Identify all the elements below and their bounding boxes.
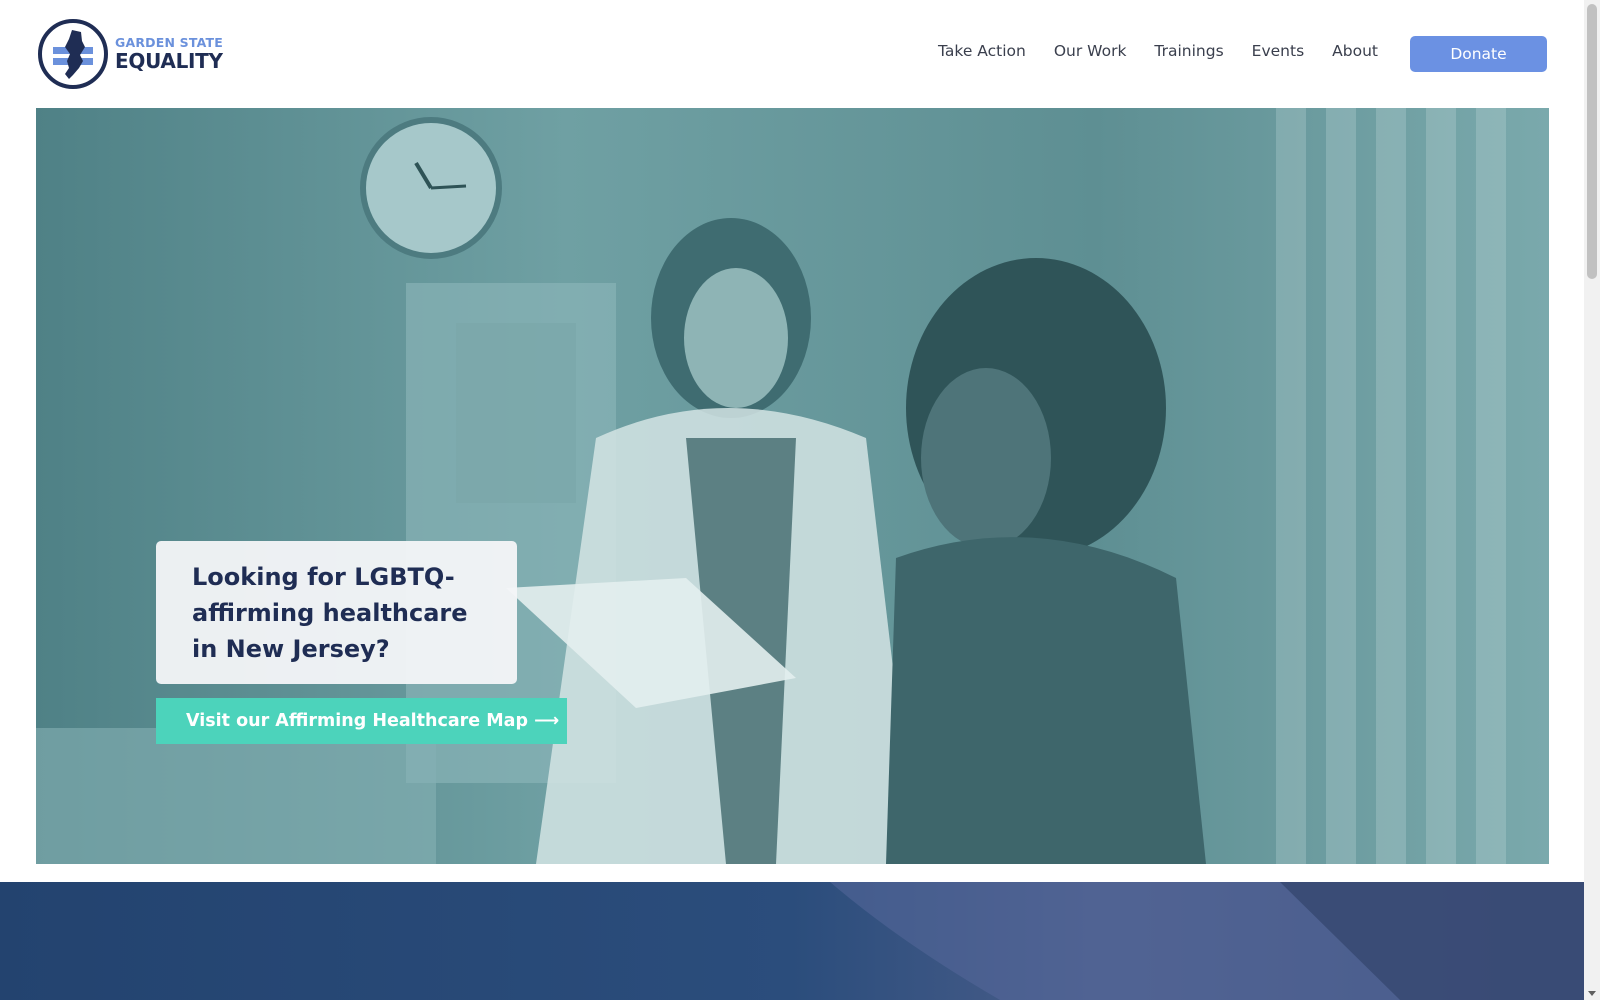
nj-state-equality-logo-icon xyxy=(38,19,108,89)
nav-take-action[interactable]: Take Action xyxy=(938,42,1026,60)
doctor-patient-photo xyxy=(36,108,1549,864)
hero-banner: Looking for LGBTQ-affirming healthcare i… xyxy=(36,108,1549,864)
logo-line-2: EQUALITY xyxy=(115,49,223,74)
hero-heading: Looking for LGBTQ-affirming healthcare i… xyxy=(192,563,468,663)
beach-aerial-photo xyxy=(0,882,1584,1000)
scroll-down-arrow-icon[interactable] xyxy=(1588,991,1596,996)
donate-button[interactable]: Donate xyxy=(1410,36,1547,72)
page-scrollbar[interactable] xyxy=(1584,0,1600,1000)
logo-wordmark: GARDEN STATE EQUALITY xyxy=(115,34,224,74)
nav-our-work[interactable]: Our Work xyxy=(1054,42,1127,60)
site-header: GARDEN STATE EQUALITY Take Action Our Wo… xyxy=(0,0,1584,108)
scrollbar-thumb[interactable] xyxy=(1587,4,1597,279)
beach-section xyxy=(0,882,1584,1000)
healthcare-prompt-card: Looking for LGBTQ-affirming healthcare i… xyxy=(156,541,517,684)
affirming-healthcare-map-button[interactable]: Visit our Affirming Healthcare Map ⟶ xyxy=(156,698,567,744)
main-nav: Take Action Our Work Trainings Events Ab… xyxy=(938,42,1406,60)
garden-state-equality-logo[interactable]: GARDEN STATE EQUALITY xyxy=(36,17,226,91)
nav-events[interactable]: Events xyxy=(1252,42,1304,60)
nav-trainings[interactable]: Trainings xyxy=(1154,42,1223,60)
nav-about[interactable]: About xyxy=(1332,42,1378,60)
logo-line-1: GARDEN STATE xyxy=(115,34,224,50)
